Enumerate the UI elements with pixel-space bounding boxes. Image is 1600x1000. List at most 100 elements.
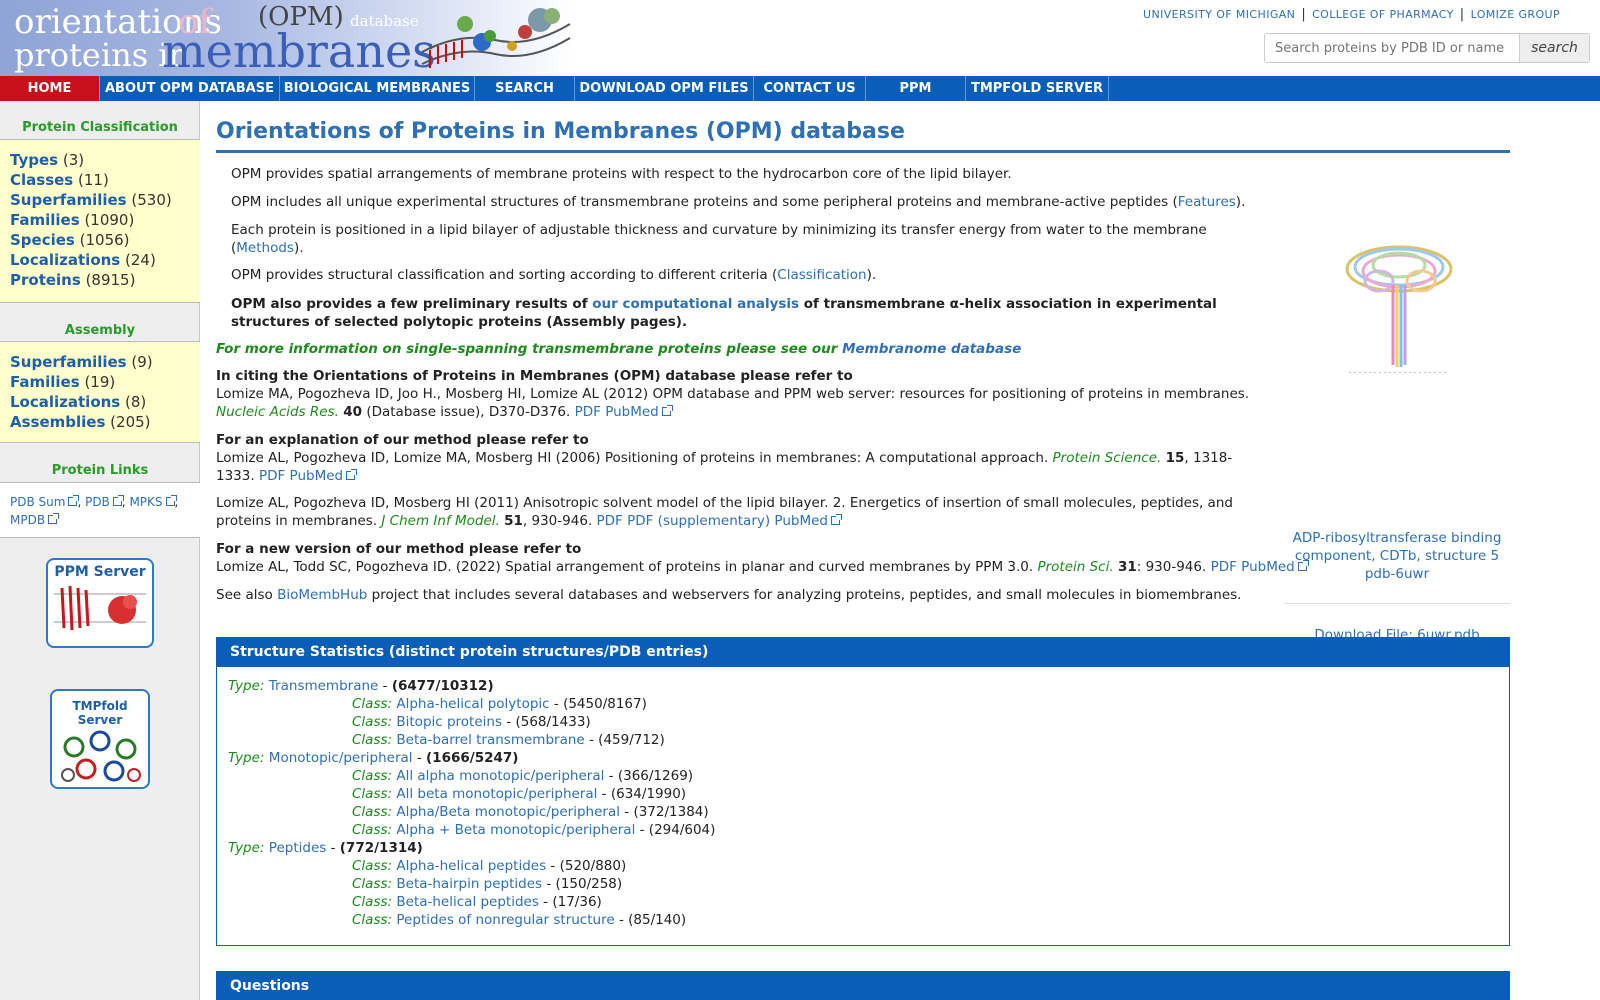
assembly-link[interactable]: Assemblies xyxy=(10,413,105,431)
methods-link[interactable]: Methods xyxy=(236,240,294,256)
stats-type-row: Type: Transmembrane - (6477/10312) xyxy=(228,678,494,694)
assembly-link[interactable]: Localizations xyxy=(10,393,120,411)
assembly-paragraph: OPM also provides a few preliminary resu… xyxy=(231,296,1217,330)
external-link-icon xyxy=(68,495,80,506)
header: orientations of (OPM) database proteins … xyxy=(0,0,1600,76)
classification-link[interactable]: Classes xyxy=(10,171,73,189)
stats-class-row: Class: Bitopic proteins - (568/1433) xyxy=(352,714,591,730)
stats-count: (366/1269) xyxy=(617,768,694,784)
stats-class-row: Class: All beta monotopic/peripheral - (… xyxy=(352,786,687,802)
mpks-link[interactable]: MPKS xyxy=(129,495,177,509)
stats-class-row: Class: Alpha-helical peptides - (520/880… xyxy=(352,858,627,874)
features-link[interactable]: Features xyxy=(1178,194,1236,210)
nav-about-opm-database[interactable]: ABOUT OPM DATABASE xyxy=(100,76,280,101)
stats-category-link[interactable]: All beta monotopic/peripheral xyxy=(396,786,597,802)
stats-category-link[interactable]: Beta-hairpin peptides xyxy=(396,876,542,892)
nav-download-opm-files[interactable]: DOWNLOAD OPM FILES xyxy=(575,76,754,101)
classification-link[interactable]: Proteins xyxy=(10,271,81,289)
stats-category-link[interactable]: Alpha/Beta monotopic/peripheral xyxy=(396,804,620,820)
stats-count: (150/258) xyxy=(555,876,623,892)
class-label: Class: xyxy=(352,822,393,838)
classification-link[interactable]: Families xyxy=(10,211,80,229)
structure-statistics-body: Type: Transmembrane - (6477/10312) Class:… xyxy=(216,667,1510,946)
stats-class-row: Class: Peptides of nonregular structure … xyxy=(352,912,687,928)
stats-category-link[interactable]: Bitopic proteins xyxy=(396,714,502,730)
classification-link[interactable]: Localizations xyxy=(10,251,120,269)
type-label: Type: xyxy=(228,678,265,694)
stats-count: (772/1314) xyxy=(339,840,423,856)
tmpfold-server-button[interactable]: TMPfold Server xyxy=(50,689,150,789)
ppm-server-label: PPM Server xyxy=(54,564,146,580)
stats-category-link[interactable]: Beta-barrel transmembrane xyxy=(396,732,584,748)
stats-category-link[interactable]: Transmembrane xyxy=(269,678,379,694)
computational-analysis-link[interactable]: our computational analysis xyxy=(592,296,799,312)
nav-biological-membranes[interactable]: BIOLOGICAL MEMBRANES xyxy=(280,76,475,101)
biomembhub-link[interactable]: BioMembHub xyxy=(277,587,367,603)
stats-category-link[interactable]: Peptides xyxy=(269,840,327,856)
pdb-link[interactable]: PDB xyxy=(85,495,124,509)
class-label: Class: xyxy=(352,804,393,820)
institution-links: University of Michigan | College of Pharma… xyxy=(1143,7,1560,22)
citation-2-links[interactable]: PDF PubMed xyxy=(259,468,358,484)
stats-class-row: Class: Alpha + Beta monotopic/peripheral… xyxy=(352,822,716,838)
university-of-michigan-link[interactable]: University of Michigan xyxy=(1143,8,1295,21)
assembly-link[interactable]: Superfamilies xyxy=(10,353,127,371)
featured-caption[interactable]: ADP-ribosyltransferase binding component… xyxy=(1284,529,1510,583)
citation-2022: Lomize AL, Todd SC, Pogozheva ID. (2022)… xyxy=(216,558,1316,576)
nav-ppm[interactable]: PPM xyxy=(866,76,966,101)
citation-3-links[interactable]: PDF PDF (supplementary) PubMed xyxy=(597,513,842,529)
classification-item-localizations: Localizations (24) xyxy=(10,251,156,269)
search-input[interactable] xyxy=(1265,34,1519,62)
citation-1-links[interactable]: PDF PubMed xyxy=(575,404,673,420)
search-button[interactable]: search xyxy=(1519,34,1589,62)
class-label: Class: xyxy=(352,768,393,784)
classification-item-proteins: Proteins (8915) xyxy=(10,271,136,289)
college-of-pharmacy-link[interactable]: College of Pharmacy xyxy=(1312,8,1454,21)
tmpfold-helices-icon xyxy=(61,730,141,782)
title-divider xyxy=(216,150,1510,153)
stats-category-link[interactable]: Beta-helical peptides xyxy=(396,894,539,910)
assembly-link[interactable]: Families xyxy=(10,373,80,391)
intro-paragraph-2: OPM includes all unique experimental str… xyxy=(231,194,1246,210)
protein-classification-title: Protein Classification xyxy=(22,120,178,135)
intro-paragraph-1: OPM provides spatial arrangements of mem… xyxy=(231,166,1012,182)
stats-class-row: Class: Alpha-helical polytopic - (5450/8… xyxy=(352,696,647,712)
lomize-group-link[interactable]: Lomize Group xyxy=(1471,8,1560,21)
opm-logo-banner[interactable]: orientations of (OPM) database proteins … xyxy=(0,0,575,76)
nav-tmpfold-server[interactable]: TMPFOLD SERVER xyxy=(966,76,1109,101)
pdbsum-link[interactable]: PDB Sum xyxy=(10,495,80,509)
nav-home[interactable]: HOME xyxy=(0,76,100,101)
questions-header: Questions xyxy=(216,971,1510,1000)
stats-category-link[interactable]: Alpha-helical peptides xyxy=(396,858,546,874)
stats-category-link[interactable]: Alpha-helical polytopic xyxy=(396,696,549,712)
assembly-item-assemblies: Assemblies (205) xyxy=(10,413,151,431)
mpdb-link[interactable]: MPDB xyxy=(10,513,60,527)
stats-type-row: Type: Peptides - (772/1314) xyxy=(228,840,423,856)
stats-category-link[interactable]: Peptides of nonregular structure xyxy=(396,912,614,928)
citation-2006: Lomize AL, Pogozheva ID, Lomize MA, Mosb… xyxy=(216,450,1233,484)
classification-link[interactable]: Species xyxy=(10,231,75,249)
protein-structure-image[interactable] xyxy=(1339,241,1459,373)
stats-category-link[interactable]: Alpha + Beta monotopic/peripheral xyxy=(396,822,635,838)
stats-class-row: Class: Beta-helical peptides - (17/36) xyxy=(352,894,602,910)
ppm-server-button[interactable]: PPM Server xyxy=(46,558,154,648)
search-box: search xyxy=(1264,33,1590,63)
membranome-paragraph: For more information on single-spanning … xyxy=(216,341,1022,357)
classification-link[interactable]: Superfamilies xyxy=(10,191,127,209)
sidebar: Protein Classification Types (3) Classes… xyxy=(0,101,200,1000)
stats-category-link[interactable]: All alpha monotopic/peripheral xyxy=(396,768,604,784)
external-link-icon xyxy=(346,469,358,480)
stats-class-row: Class: Beta-hairpin peptides - (150/258) xyxy=(352,876,623,892)
stats-count: (85/140) xyxy=(628,912,687,928)
stats-count: (520/880) xyxy=(559,858,627,874)
membranome-database-link[interactable]: Membranome database xyxy=(842,341,1021,357)
ppm-protein-icon xyxy=(54,585,146,631)
classification-link[interactable]: Classification xyxy=(777,267,866,283)
nav-search[interactable]: SEARCH xyxy=(475,76,575,101)
nav-contact-us[interactable]: CONTACT US xyxy=(754,76,866,101)
classification-item-species: Species (1056) xyxy=(10,231,130,249)
stats-category-link[interactable]: Monotopic/peripheral xyxy=(269,750,413,766)
stats-class-row: Class: All alpha monotopic/peripheral - … xyxy=(352,768,694,784)
classification-link[interactable]: Types xyxy=(10,151,58,169)
stats-type-row: Type: Monotopic/peripheral - (1666/5247) xyxy=(228,750,519,766)
